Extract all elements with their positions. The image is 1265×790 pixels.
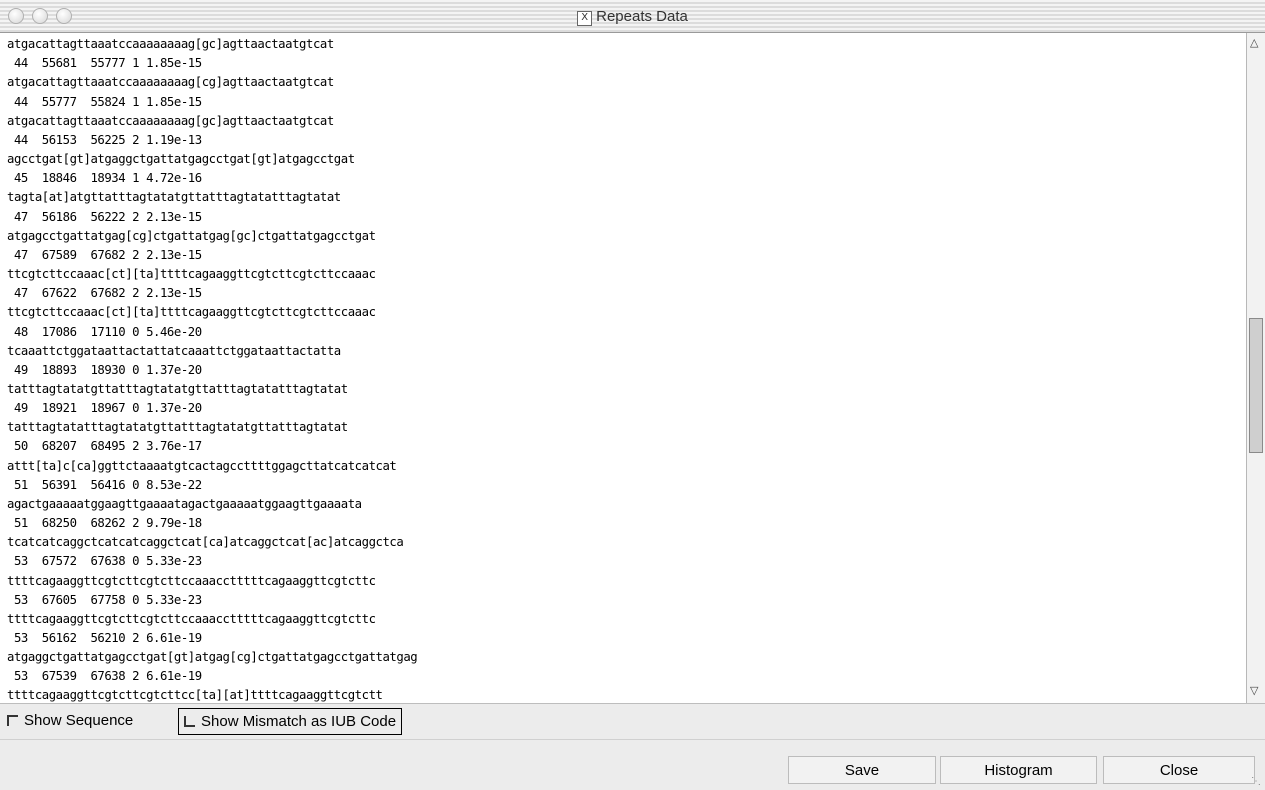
repeat-line: 44 56153 56225 2 1.19e-13 xyxy=(7,132,202,147)
repeat-line: 53 67572 67638 0 5.33e-23 xyxy=(7,554,202,569)
repeat-line: 53 56162 56210 2 6.61e-19 xyxy=(7,631,202,645)
repeat-line: attt[ta]c[ca]ggttctaaaatgtcactagccttttgg… xyxy=(7,458,397,473)
repeat-line: 51 56391 56416 0 8.53e-22 xyxy=(7,477,202,492)
repeat-line: 45 18846 18934 1 4.72e-16 xyxy=(7,171,202,186)
save-button[interactable]: Save xyxy=(788,756,936,784)
repeat-line: 49 18921 18967 0 1.37e-20 xyxy=(7,401,202,416)
title-bar: X Repeats Data xyxy=(0,0,1265,33)
repeat-line: 47 56186 56222 2 2.13e-15 xyxy=(7,209,202,224)
repeat-line: 49 18893 18930 0 1.37e-20 xyxy=(7,362,202,377)
repeats-text-area[interactable]: 44 55654 55681 1 1.85e-15atgacattagttaaa… xyxy=(0,33,1246,703)
repeat-line: ttttcagaaggttcgtcttcgtcttccaaacctttttcag… xyxy=(7,611,376,626)
show-mismatch-checkbox[interactable]: Show Mismatch as IUB Code xyxy=(178,708,403,735)
repeat-line: atgaggctgattatgagcctgat[gt]atgag[cg]ctga… xyxy=(7,650,418,665)
repeat-line: atgacattagttaaatccaaaaaaaag[gc]agttaacta… xyxy=(7,113,334,128)
show-sequence-checkbox[interactable]: Show Sequence xyxy=(7,712,133,729)
repeat-line: 47 67622 67682 2 2.13e-15 xyxy=(7,286,202,301)
scrollbar-thumb[interactable] xyxy=(1249,318,1263,453)
histogram-button[interactable]: Histogram xyxy=(940,756,1097,784)
repeat-line: tatttagtatatttagtatatgttatttagtatatgttat… xyxy=(7,420,348,435)
repeats-text: 44 55654 55681 1 1.85e-15atgacattagttaaa… xyxy=(7,33,418,703)
repeat-line: ttcgtcttccaaac[ct][ta]ttttcagaaggttcgtct… xyxy=(7,267,376,282)
window-title: Repeats Data xyxy=(596,8,688,25)
repeat-line: 51 68250 68262 2 9.79e-18 xyxy=(7,516,202,531)
repeat-line: ttcgtcttccaaac[ct][ta]ttttcagaaggttcgtct… xyxy=(7,305,376,320)
repeat-line: ttttcagaaggttcgtcttcgtcttccaaacctttttcag… xyxy=(7,573,376,588)
repeat-line: 53 67605 67758 0 5.33e-23 xyxy=(7,592,202,607)
close-button[interactable]: Close xyxy=(1103,756,1255,784)
repeat-line: atgacattagttaaatccaaaaaaaag[cg]agttaacta… xyxy=(7,75,334,90)
show-mismatch-label: Show Mismatch as IUB Code xyxy=(201,713,397,730)
repeat-line: 47 67589 67682 2 2.13e-15 xyxy=(7,247,202,262)
scroll-down-arrow-icon[interactable]: ▽ xyxy=(1250,685,1262,697)
repeat-line: atgagcctgattatgag[cg]ctgattatgag[gc]ctga… xyxy=(7,228,376,243)
repeat-line: 53 67539 67638 2 6.61e-19 xyxy=(7,669,202,684)
checkbox-icon xyxy=(7,715,18,726)
options-bar: Show Sequence Show Mismatch as IUB Code xyxy=(0,703,1265,740)
show-sequence-label: Show Sequence xyxy=(24,712,134,729)
repeat-line: 44 55681 55777 1 1.85e-15 xyxy=(7,56,202,71)
repeat-line: tcatcatcaggctcatcatcaggctcat[ca]atcaggct… xyxy=(7,535,404,550)
vertical-scrollbar[interactable]: △ ▽ xyxy=(1246,33,1265,703)
repeat-line: agcctgat[gt]atgaggctgattatgagcctgat[gt]a… xyxy=(7,152,355,167)
resize-grip-icon[interactable]: ⋱ xyxy=(1251,776,1263,788)
repeat-line: agactgaaaaatggaagttgaaaatagactgaaaaatgga… xyxy=(7,496,362,511)
repeat-line: tagta[at]atgttatttagtatatgttatttagtatatt… xyxy=(7,190,341,205)
button-bar: Save Histogram Close ⋱ xyxy=(0,739,1265,790)
window-title-area: X Repeats Data xyxy=(0,8,1265,26)
scroll-up-arrow-icon[interactable]: △ xyxy=(1250,37,1262,49)
repeat-line: atgacattagttaaatccaaaaaaaag[gc]agttaacta… xyxy=(7,37,334,52)
repeat-line: tatttagtatatgttatttagtatatgttatttagtatat… xyxy=(7,381,348,396)
repeat-line: 50 68207 68495 2 3.76e-17 xyxy=(7,439,202,454)
repeat-line: ttttcagaaggttcgtcttcgtcttcc[ta][at]ttttc… xyxy=(7,688,383,703)
repeat-line: 44 55777 55824 1 1.85e-15 xyxy=(7,94,202,109)
repeat-line: tcaaattctggataattactattatcaaattctggataat… xyxy=(7,343,341,358)
checkbox-icon xyxy=(184,716,195,727)
x11-icon: X xyxy=(577,11,593,26)
repeat-line: 48 17086 17110 0 5.46e-20 xyxy=(7,324,202,339)
